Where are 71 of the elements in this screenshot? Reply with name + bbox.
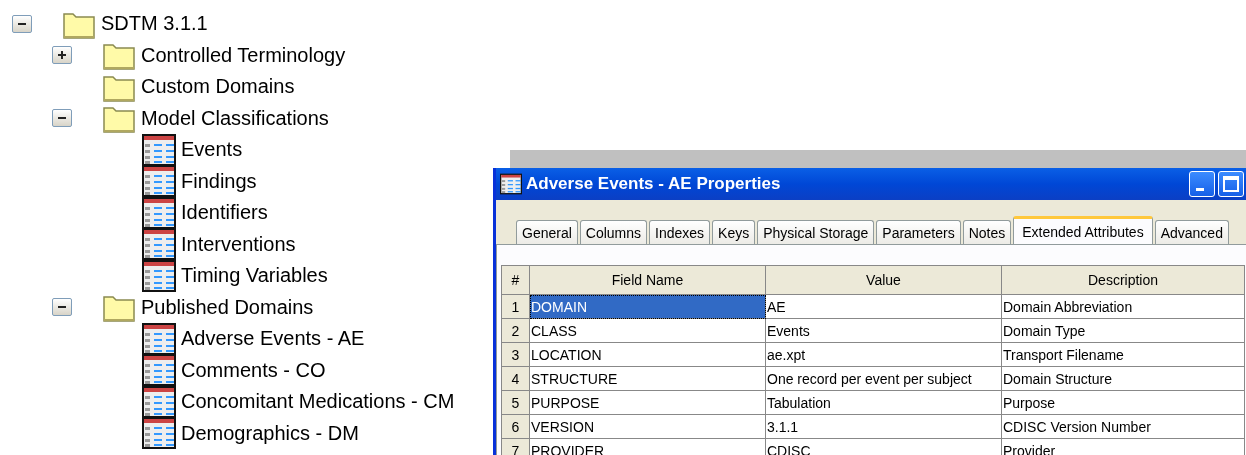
row-number: 2 [501, 318, 530, 343]
tab[interactable]: Parameters [876, 220, 961, 244]
table-cell: Tabulation [765, 390, 1002, 415]
collapse-button[interactable] [52, 109, 72, 128]
tree-item[interactable]: Controlled Terminology [141, 43, 346, 67]
table-icon [142, 417, 176, 450]
window-title: Adverse Events - AE Properties [526, 174, 782, 194]
table-cell: Purpose [1001, 390, 1245, 415]
collapse-button[interactable] [52, 298, 72, 317]
table-cell: Events [765, 318, 1002, 343]
row-number: 1 [501, 294, 530, 319]
table-cell: 3.1.1 [765, 414, 1002, 439]
tab[interactable]: Indexes [649, 220, 711, 244]
minimize-icon [1196, 187, 1204, 191]
tree-item[interactable]: Findings [181, 169, 257, 193]
column-header[interactable]: Description [1001, 265, 1245, 295]
table-cell[interactable]: PURPOSE [529, 390, 766, 415]
table-cell[interactable]: LOCATION [529, 342, 766, 367]
maximize-button[interactable] [1218, 171, 1244, 197]
row-number: 6 [501, 414, 530, 439]
row-number: 3 [501, 342, 530, 367]
table-cell: Domain Type [1001, 318, 1245, 343]
table-icon [142, 133, 176, 166]
tree-item[interactable]: Timing Variables [181, 264, 328, 288]
table-cell[interactable]: VERSION [529, 414, 766, 439]
table-icon [500, 173, 522, 195]
table-cell: Domain Abbreviation [1001, 294, 1245, 319]
row-number: 5 [501, 390, 530, 415]
tree-item[interactable]: Events [181, 138, 243, 162]
row-number: 4 [501, 366, 530, 391]
table-icon [142, 196, 176, 229]
tree-item[interactable]: Identifiers [181, 201, 268, 225]
tab[interactable]: Keys [712, 220, 756, 244]
tab[interactable]: Advanced [1154, 220, 1229, 244]
column-header[interactable]: Value [765, 265, 1002, 295]
table-cell[interactable]: CLASS [529, 318, 766, 343]
table-cell: CDISC Version Number [1001, 414, 1245, 439]
tab[interactable]: Notes [962, 220, 1012, 244]
tree-item[interactable]: Custom Domains [141, 75, 295, 99]
tree-item[interactable]: SDTM 3.1.1 [101, 12, 208, 36]
tree-item[interactable]: Adverse Events - AE [181, 327, 365, 351]
tab[interactable]: General [516, 220, 578, 244]
table-icon [142, 354, 176, 387]
tree-item[interactable]: Concomitant Medications - CM [181, 390, 455, 414]
maximize-icon [1223, 176, 1239, 192]
table-icon [142, 259, 176, 292]
table-icon [142, 322, 176, 355]
plus-icon [57, 50, 67, 61]
tree-item[interactable]: Model Classifications [141, 106, 329, 130]
tab[interactable]: Extended Attributes [1013, 216, 1153, 244]
tree-item[interactable]: Demographics - DM [181, 421, 359, 445]
table-cell[interactable]: DOMAIN [529, 294, 766, 319]
column-header[interactable]: Field Name [529, 265, 766, 295]
tab[interactable]: Columns [579, 220, 648, 244]
table-icon [142, 165, 176, 198]
table-cell: Domain Structure [1001, 366, 1245, 391]
table-cell: AE [765, 294, 1002, 319]
collapse-button[interactable] [12, 14, 32, 33]
column-header[interactable]: # [501, 265, 530, 295]
expand-button[interactable] [52, 46, 72, 65]
table-cell: Transport Filename [1001, 342, 1245, 367]
tree-item[interactable]: Published Domains [141, 295, 314, 319]
table-cell: One record per event per subject [765, 366, 1002, 391]
tree-item[interactable]: Interventions [181, 232, 296, 256]
tab[interactable]: Physical Storage [757, 220, 875, 244]
minimize-button[interactable] [1189, 171, 1215, 197]
table-cell[interactable]: STRUCTURE [529, 366, 766, 391]
table-cell: ae.xpt [765, 342, 1002, 367]
table-icon [142, 228, 176, 261]
table-icon [142, 385, 176, 418]
tree-item[interactable]: Comments - CO [181, 358, 326, 382]
